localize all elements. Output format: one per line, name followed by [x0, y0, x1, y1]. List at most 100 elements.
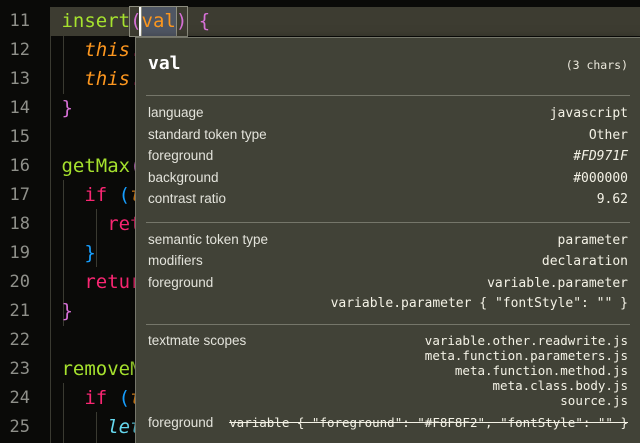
code-editor: 11 insert(val) {12 this.13 this.14 }1516…	[0, 0, 640, 443]
info-row-background: background #000000	[148, 170, 628, 192]
line-number[interactable]: 12	[0, 36, 30, 65]
line-number[interactable]: 24	[0, 384, 30, 413]
textmate-foreground-row: foreground variable { "foreground": "#F8…	[148, 415, 628, 430]
row-value: parameter	[557, 232, 628, 248]
line-number[interactable]: 25	[0, 413, 30, 442]
textmate-scope: source.js	[560, 392, 628, 408]
textmate-scope: meta.function.parameters.js	[424, 347, 628, 363]
line-number[interactable]: 15	[0, 123, 30, 152]
textmate-scope: meta.function.method.js	[454, 362, 628, 378]
semantic-row-theme-rule: variable.parameter { "fontStyle": "" }	[148, 296, 628, 318]
line-number[interactable]: 13	[0, 65, 30, 94]
line-number[interactable]: 11	[0, 7, 30, 36]
row-label: contrast ratio	[148, 191, 227, 206]
code-line-content[interactable]: }	[50, 297, 73, 326]
row-label: semantic token type	[148, 231, 269, 247]
code-token: getMax	[61, 155, 131, 177]
code-line-content[interactable]: ret	[50, 210, 141, 239]
code-line: 11 insert(val) {	[0, 6, 640, 37]
row-value: 9.62	[596, 192, 628, 207]
code-token: if	[84, 387, 108, 409]
semantic-row-foreground: foreground variable.parameter	[148, 275, 628, 297]
text-cursor	[138, 7, 142, 36]
code-line-content[interactable]: let	[50, 413, 141, 442]
line-number[interactable]: 18	[0, 210, 30, 239]
textmate-section: textmate scopes variable.other.readwrite…	[146, 325, 630, 438]
code-token: }	[61, 97, 73, 119]
code-line-content[interactable]: this.	[50, 65, 141, 94]
line-number[interactable]: 16	[0, 152, 30, 181]
code-token-close-paren: )	[174, 6, 189, 37]
code-line-content[interactable]: }	[50, 239, 96, 268]
code-line-content[interactable]: insert(val) {	[50, 6, 211, 37]
code-token: (	[118, 387, 131, 409]
row-value: Other	[588, 127, 628, 143]
popup-header: val (3 chars)	[146, 38, 630, 95]
line-number[interactable]: 17	[0, 181, 30, 210]
line-number[interactable]: 21	[0, 297, 30, 326]
row-label: modifiers	[148, 253, 203, 268]
token-inspector-popup: val (3 chars) language javascript standa…	[135, 37, 640, 443]
semantic-token-section: semantic token type parameter modifiers …	[146, 223, 630, 324]
row-value-foreground-hex: #FD971F	[573, 149, 628, 164]
code-token: (	[118, 184, 131, 206]
info-row-language: language javascript	[148, 105, 628, 127]
semantic-row-modifiers: modifiers declaration	[148, 253, 628, 275]
line-number[interactable]: 22	[0, 326, 30, 355]
row-value-background-hex: #000000	[573, 170, 628, 186]
row-label: standard token type	[148, 126, 267, 142]
row-value-overridden-rule: variable { "foreground": "#F8F8F2", "fon…	[229, 414, 628, 430]
textmate-scope: meta.class.body.js	[492, 377, 628, 393]
code-line-content[interactable]: this.	[50, 36, 141, 65]
code-token: retur	[84, 271, 142, 293]
info-row-contrast-ratio: contrast ratio 9.62	[148, 191, 628, 213]
line-number[interactable]: 14	[0, 94, 30, 123]
line-number[interactable]: 19	[0, 239, 30, 268]
row-value-theme-rule: variable.parameter { "fontStyle": "" }	[330, 296, 628, 311]
row-label: foreground	[148, 148, 214, 163]
code-token: this	[84, 39, 131, 61]
code-line-content[interactable]: removeM	[50, 355, 142, 384]
code-line-content[interactable]: getMax(	[50, 152, 141, 181]
row-label: foreground	[148, 414, 214, 430]
info-row-foreground: foreground #FD971F	[148, 148, 628, 170]
code-line-content[interactable]: if (t	[50, 384, 141, 413]
token-char-count: (3 chars)	[565, 58, 628, 72]
info-row-standard-token-type: standard token type Other	[148, 127, 628, 149]
row-value: variable.parameter	[487, 275, 628, 291]
token-text: val	[148, 53, 181, 74]
code-token: removeM	[61, 358, 142, 380]
row-label: textmate scopes	[148, 332, 247, 348]
code-line-content[interactable]: retur	[50, 268, 142, 297]
row-label: foreground	[148, 274, 214, 290]
code-token: {	[198, 10, 211, 32]
textmate-scopes-row: textmate scopes variable.other.readwrite…	[148, 333, 628, 408]
token-info-section: language javascript standard token type …	[146, 96, 630, 222]
code-line-content[interactable]: if (t	[50, 181, 141, 210]
textmate-scope: variable.other.readwrite.js	[424, 332, 628, 348]
line-number[interactable]: 20	[0, 268, 30, 297]
textmate-scope-list: variable.other.readwrite.js meta.functio…	[425, 333, 628, 408]
row-label: language	[148, 105, 204, 120]
code-line-content[interactable]: }	[50, 94, 73, 123]
line-number[interactable]: 23	[0, 355, 30, 384]
code-token: }	[61, 300, 73, 322]
code-token-val: val	[138, 6, 177, 37]
code-token: }	[84, 242, 96, 264]
semantic-row-type: semantic token type parameter	[148, 232, 628, 254]
